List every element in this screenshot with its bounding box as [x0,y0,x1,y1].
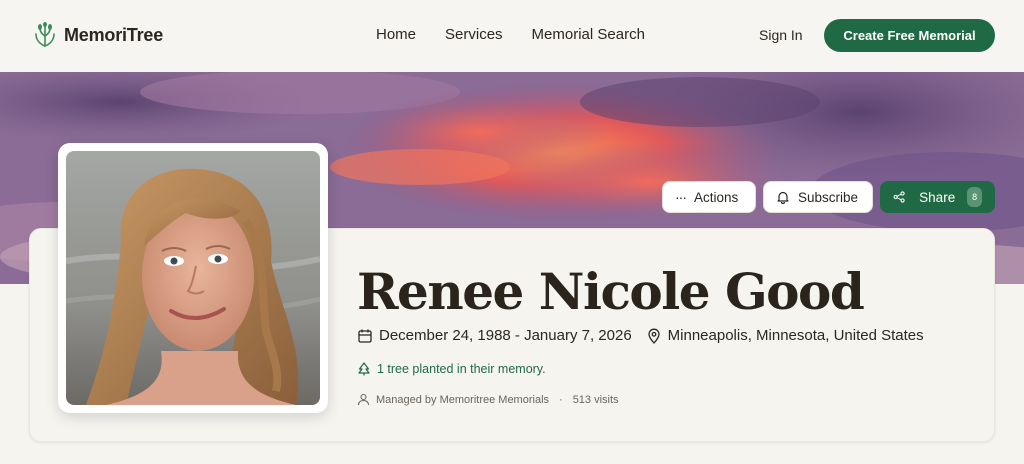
share-icon [893,191,905,203]
nav-item-memorial-search[interactable]: Memorial Search [532,26,645,43]
managed-by-text: Managed by Memoritree Memorials [376,393,550,406]
sign-in-link[interactable]: Sign In [759,27,803,43]
managed-row: Managed by Memoritree Memorials · 513 vi… [357,393,619,406]
visits-count: 513 visits [572,393,619,406]
profile-photo [66,151,320,405]
calendar-icon [358,329,372,343]
memorial-meta: December 24, 1988 - January 7, 2026 Minn… [357,327,924,344]
separator-dot: · [559,393,563,406]
nav-item-services[interactable]: Services [445,26,503,43]
share-label: Share [919,189,956,205]
share-button[interactable]: Share 8 [880,181,995,213]
create-free-memorial-button[interactable]: Create Free Memorial [824,19,995,52]
site-header: MemoriTree Home Services Memorial Search… [0,0,1024,72]
user-icon [357,393,370,406]
actions-label: Actions [694,189,739,205]
more-dots-icon: ··· [675,189,687,205]
profile-photo-frame [58,143,328,413]
brand-logo[interactable]: MemoriTree [34,22,163,48]
actions-button[interactable]: ··· Actions [662,181,756,213]
main-nav: Home Services Memorial Search [376,26,645,43]
memorial-location: Minneapolis, Minnesota, United States [667,327,924,344]
subscribe-label: Subscribe [798,189,859,205]
tree-planted-row[interactable]: 1 tree planted in their memory. [357,362,546,376]
tree-icon [358,362,370,376]
map-pin-icon [648,328,660,344]
trees-planted-text: 1 tree planted in their memory. [377,362,546,376]
share-count-badge: 8 [967,187,982,207]
bell-icon [777,191,789,204]
memorial-dates: December 24, 1988 - January 7, 2026 [379,327,632,344]
memorial-name: Renee Nicole Good [357,262,865,321]
brand-name: MemoriTree [64,24,164,45]
tree-hands-icon [35,22,55,47]
nav-item-home[interactable]: Home [376,26,416,43]
subscribe-button[interactable]: Subscribe [763,181,873,213]
